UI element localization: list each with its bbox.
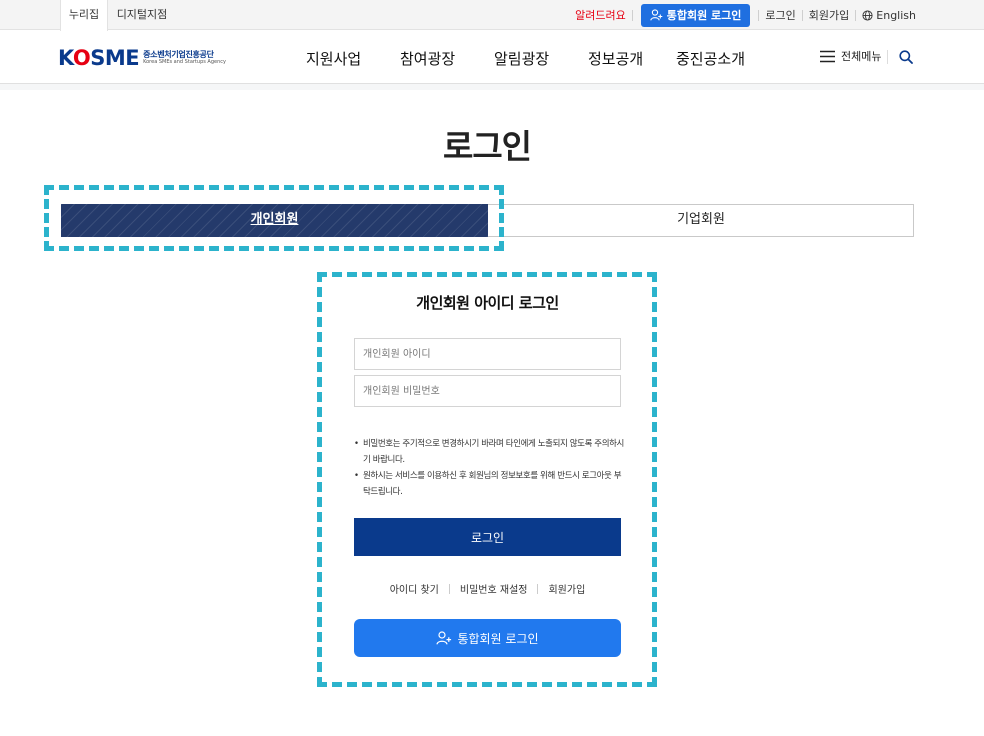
- reset-password-link[interactable]: 비밀번호 재설정: [460, 581, 528, 596]
- logo-subtext: 중소벤처기업진흥공단 Korea SMEs and Startups Agenc…: [143, 50, 226, 65]
- unified-login-label: 통합회원 로그인: [457, 631, 539, 646]
- login-button[interactable]: 로그인: [354, 518, 621, 556]
- logo-mark: KOSME: [58, 46, 140, 70]
- unified-login-top-button[interactable]: 통합회원 로그인: [640, 3, 751, 27]
- user-add-icon: [436, 631, 452, 645]
- utility-links: 알려드려요 통합회원 로그인 로그인 회원가입 English: [575, 0, 916, 30]
- alert-link[interactable]: 알려드려요: [575, 7, 626, 23]
- login-link[interactable]: 로그인: [765, 7, 795, 23]
- english-link[interactable]: English: [862, 9, 916, 22]
- header-band: [0, 84, 984, 90]
- nav-support-business[interactable]: 지원사업: [306, 48, 361, 69]
- find-id-link[interactable]: 아이디 찾기: [390, 581, 439, 596]
- id-input[interactable]: [354, 338, 621, 370]
- highlight-box-tab: [44, 185, 504, 251]
- user-add-icon: [649, 9, 663, 21]
- utility-bar: 누리집 디지털지점 알려드려요 통합회원 로그인 로그인 회원가입 Englis…: [0, 0, 984, 31]
- login-form-title: 개인회원 아이디 로그인: [416, 294, 559, 312]
- unified-login-button[interactable]: 통합회원 로그인: [354, 619, 621, 657]
- page-title: 로그인: [442, 127, 532, 166]
- nav-participation[interactable]: 참여광장: [400, 48, 455, 69]
- login-notice-list: 비밀번호는 주기적으로 변경하시기 바라며 타인에게 노출되지 않도록 주의하시…: [354, 436, 624, 500]
- all-menu-label: 전체메뉴: [841, 50, 882, 63]
- divider: [801, 9, 803, 21]
- english-label: English: [876, 8, 916, 22]
- divider: [855, 9, 857, 21]
- unified-login-top-label: 통합회원 로그인: [666, 9, 742, 22]
- nav-notice[interactable]: 알림광장: [494, 48, 549, 69]
- kosme-logo[interactable]: KOSME 중소벤처기업진흥공단 Korea SMEs and Startups…: [58, 46, 226, 70]
- main-header: KOSME 중소벤처기업진흥공단 Korea SMEs and Startups…: [0, 31, 984, 84]
- search-icon[interactable]: [899, 50, 913, 64]
- all-menu-button[interactable]: 전체메뉴: [820, 48, 881, 64]
- tab-company-member[interactable]: 기업회원: [488, 204, 914, 237]
- tab-nurijip[interactable]: 누리집: [60, 0, 108, 31]
- nav-information[interactable]: 정보공개: [588, 48, 643, 69]
- password-input[interactable]: [354, 375, 621, 407]
- divider: [758, 9, 760, 21]
- join-link[interactable]: 회원가입: [809, 7, 849, 23]
- tab-digital-branch[interactable]: 디지털지점: [110, 0, 174, 30]
- divider: [887, 50, 888, 64]
- divider: [448, 583, 450, 594]
- divider: [631, 9, 633, 21]
- hamburger-icon: [820, 50, 835, 62]
- account-links: 아이디 찾기 비밀번호 재설정 회원가입: [354, 581, 621, 596]
- notice-item: 비밀번호는 주기적으로 변경하시기 바라며 타인에게 노출되지 않도록 주의하시…: [354, 436, 624, 468]
- notice-item: 원하시는 서비스를 이용하신 후 회원님의 정보보호를 위해 반드시 로그아웃 …: [354, 468, 624, 500]
- divider: [537, 583, 539, 594]
- globe-icon: [862, 9, 873, 21]
- join-member-link[interactable]: 회원가입: [548, 581, 585, 596]
- nav-about[interactable]: 중진공소개: [676, 48, 745, 69]
